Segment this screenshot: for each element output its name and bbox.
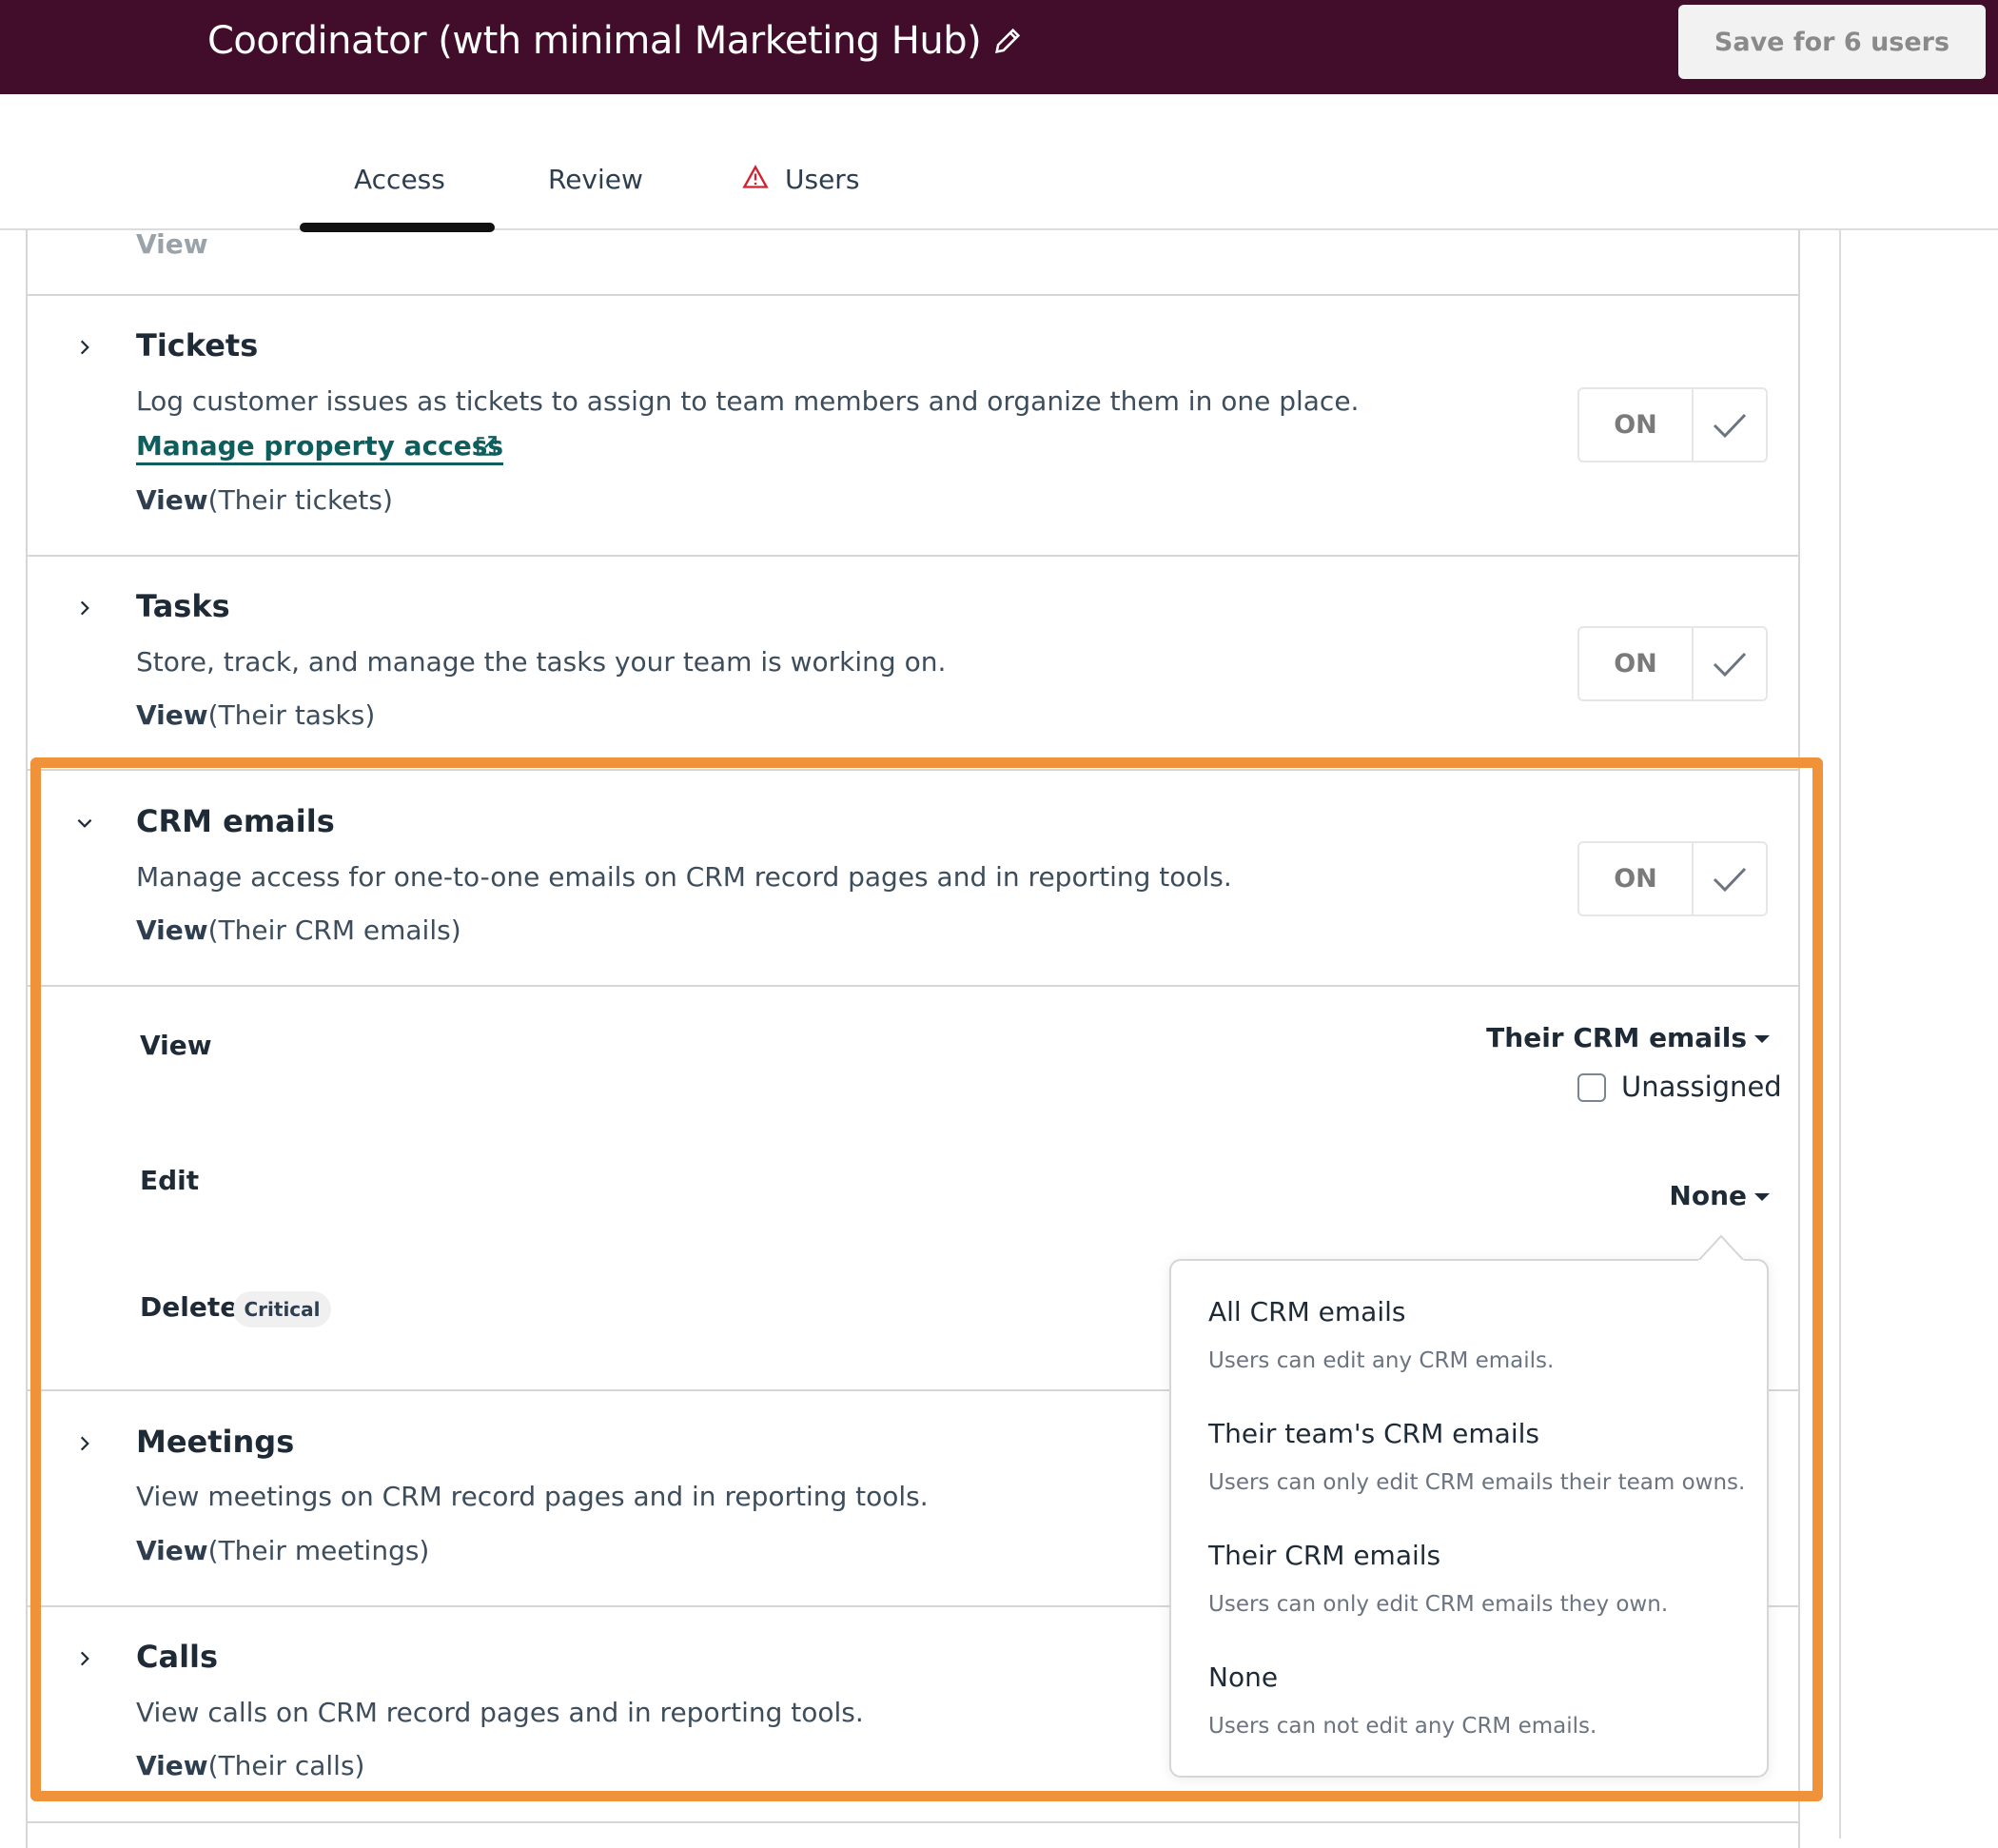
option-title: Their CRM emails [1208,1540,1441,1571]
menu-option-none[interactable]: None Users can not edit any CRM emails. [1208,1661,1596,1739]
menu-option-all[interactable]: All CRM emails Users can edit any CRM ema… [1208,1296,1554,1373]
unassigned-checkbox[interactable] [1577,1073,1606,1102]
panel-border [1839,230,1841,1838]
option-desc: Users can not edit any CRM emails. [1208,1714,1597,1739]
section-title-meetings[interactable]: Meetings [136,1424,294,1460]
view-label: View [136,1535,208,1566]
section-desc: View meetings on CRM record pages and in… [136,1481,929,1512]
view-value: (Their calls) [207,1750,365,1781]
view-value: (Their tasks) [207,699,376,731]
view-summary: View(Their tickets) [136,484,393,516]
view-summary: View(Their meetings) [136,1535,429,1566]
pencil-icon[interactable] [991,25,1024,57]
manage-property-access-link[interactable]: Manage property access [136,430,504,465]
external-link-icon[interactable] [474,434,499,459]
save-button[interactable]: Save for 6 users [1678,5,1986,79]
perm-delete-label: Delete [140,1291,239,1323]
view-label: View [136,484,208,516]
perm-edit-label: Edit [140,1165,200,1196]
view-label: View [136,699,208,731]
section-title-tickets[interactable]: Tickets [136,327,258,364]
role-title: Coordinator (wth minimal Marketing Hub) [207,19,982,63]
option-desc: Users can only edit CRM emails their tea… [1208,1470,1746,1495]
chevron-right-icon[interactable] [74,1433,95,1454]
check-icon [1713,413,1747,438]
divider [26,985,1800,987]
view-value: (Their CRM emails) [207,914,461,946]
caret-down-icon [1754,1193,1770,1201]
view-summary: View(Their calls) [136,1750,364,1781]
toggle-tickets[interactable]: ON [1577,387,1768,462]
menu-option-their[interactable]: Their CRM emails Users can only edit CRM … [1208,1540,1668,1617]
section-desc: Log customer issues as tickets to assign… [136,385,1360,417]
divider [26,1821,1800,1823]
toggle-on-label: ON [1579,389,1694,461]
menu-pointer [1698,1234,1744,1262]
menu-option-team[interactable]: Their team's CRM emails Users can only ed… [1208,1418,1745,1495]
divider [26,555,1800,557]
toggle-crm-emails[interactable]: ON [1577,841,1768,916]
edit-scope-dropdown[interactable]: None [1669,1180,1770,1211]
view-value: (Their meetings) [207,1535,430,1566]
view-summary: View(Their CRM emails) [136,914,461,946]
section-desc: Manage access for one-to-one emails on C… [136,861,1232,893]
view-scope-dropdown[interactable]: Their CRM emails [1486,1022,1770,1053]
section-desc: View calls on CRM record pages and in re… [136,1697,864,1728]
dropdown-value: None [1669,1180,1747,1211]
option-title: All CRM emails [1208,1296,1406,1327]
check-icon [1713,652,1747,677]
chevron-down-icon[interactable] [74,813,95,834]
caret-down-icon [1754,1035,1770,1043]
option-title: None [1208,1661,1279,1693]
section-title-tasks[interactable]: Tasks [136,588,230,624]
toggle-on-label: ON [1579,843,1694,914]
option-desc: Users can edit any CRM emails. [1208,1348,1555,1373]
toggle-tasks[interactable]: ON [1577,626,1768,701]
tab-users[interactable]: Users [785,164,859,195]
check-icon [1713,867,1747,892]
view-value: (Their tickets) [207,484,393,516]
chevron-right-icon[interactable] [74,337,95,358]
view-summary: View(Their tasks) [136,699,375,731]
tab-review[interactable]: Review [548,164,643,195]
chevron-right-icon[interactable] [74,598,95,619]
unassigned-label[interactable]: Unassigned [1621,1071,1782,1103]
toggle-on-label: ON [1579,628,1694,699]
divider [26,294,1800,296]
chevron-right-icon[interactable] [74,1648,95,1669]
view-label: View [136,1750,208,1781]
dropdown-value: Their CRM emails [1486,1022,1747,1053]
section-title-crm-emails[interactable]: CRM emails [136,803,335,839]
tab-access[interactable]: Access [354,164,445,195]
divider [26,769,1800,771]
view-label: View [136,914,208,946]
perm-view-label: View [140,1030,212,1061]
section-desc: Store, track, and manage the tasks your … [136,646,947,678]
option-desc: Users can only edit CRM emails they own. [1208,1592,1669,1617]
warning-icon [742,165,769,188]
critical-badge: Critical [233,1291,331,1327]
option-title: Their team's CRM emails [1208,1418,1539,1449]
section-title-calls[interactable]: Calls [136,1639,218,1675]
faded-view-label: View [136,228,208,260]
